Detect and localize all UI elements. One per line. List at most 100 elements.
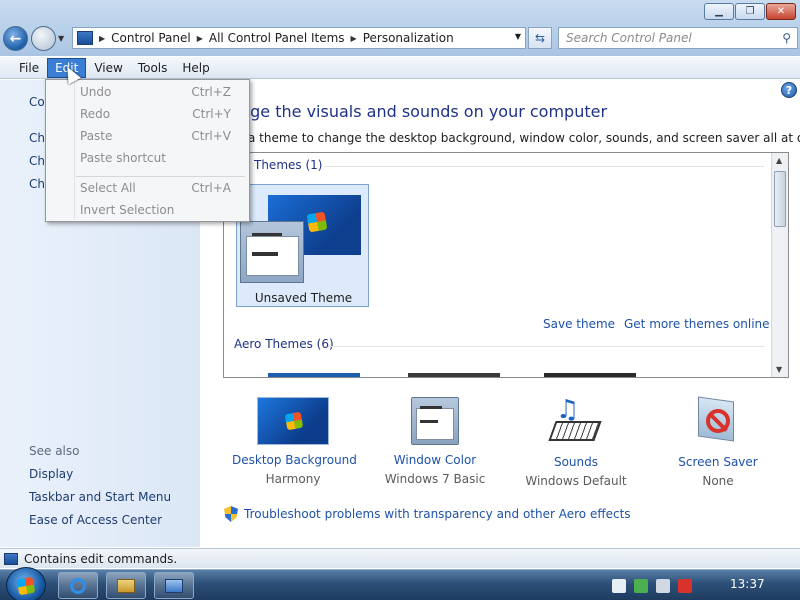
status-text: Contains edit commands. bbox=[24, 551, 178, 566]
screen-saver-setting[interactable]: Screen Saver None bbox=[668, 396, 768, 488]
desktop-background-setting[interactable]: Desktop Background Harmony bbox=[232, 397, 357, 486]
windows-logo-icon bbox=[284, 411, 304, 431]
control-panel-icon bbox=[77, 31, 93, 45]
breadcrumb-arrow-icon[interactable]: ▶ bbox=[351, 34, 357, 43]
see-also-taskbar[interactable]: Taskbar and Start Menu bbox=[29, 490, 171, 504]
menu-item-invert-selection[interactable]: Invert Selection bbox=[80, 203, 240, 217]
desktop-background-value: Harmony bbox=[265, 472, 321, 486]
see-also-ease-of-access[interactable]: Ease of Access Center bbox=[29, 513, 162, 527]
scrollbar-thumb[interactable] bbox=[774, 171, 786, 227]
see-also-heading: See also bbox=[29, 444, 80, 458]
music-notes-icon: ♫ bbox=[556, 395, 580, 425]
volume-muted-icon[interactable] bbox=[678, 578, 692, 593]
menu-tools[interactable]: Tools bbox=[131, 59, 175, 77]
menu-bar: File Edit View Tools Help bbox=[0, 57, 800, 79]
desktop-background-icon bbox=[257, 397, 329, 445]
menu-item-select-all[interactable]: Select All Ctrl+A bbox=[80, 181, 240, 195]
get-more-themes-link[interactable]: Get more themes online bbox=[624, 317, 770, 331]
forward-button[interactable] bbox=[31, 26, 56, 51]
menu-item-paste[interactable]: Paste Ctrl+V bbox=[80, 129, 240, 143]
menu-item-label: Paste shortcut bbox=[80, 151, 166, 165]
control-panel-icon bbox=[4, 552, 18, 565]
window-color-value: Windows 7 Basic bbox=[384, 472, 486, 486]
menu-gutter bbox=[74, 82, 75, 219]
theme-list-scrollbar[interactable]: ▲ ▼ bbox=[771, 153, 788, 377]
nav-link-3[interactable]: Ch bbox=[29, 177, 45, 191]
action-center-icon[interactable] bbox=[634, 578, 648, 593]
screen-saver-icon bbox=[692, 396, 744, 447]
folder-icon bbox=[117, 578, 135, 593]
search-input[interactable]: Search Control Panel ⚲ bbox=[558, 27, 798, 49]
windows-logo-icon bbox=[16, 576, 36, 596]
desktop-background-title[interactable]: Desktop Background bbox=[232, 453, 357, 467]
taskbar-internet-explorer[interactable] bbox=[58, 572, 98, 599]
menu-item-shortcut: Ctrl+Z bbox=[191, 85, 231, 99]
breadcrumb-all-items[interactable]: All Control Panel Items bbox=[209, 31, 345, 45]
menu-item-paste-shortcut[interactable]: Paste shortcut bbox=[80, 151, 240, 165]
sounds-icon: ♫ bbox=[548, 395, 602, 447]
nav-link-control-panel-home[interactable]: Co bbox=[29, 95, 45, 109]
sounds-setting[interactable]: ♫ Sounds Windows Default bbox=[520, 397, 632, 488]
taskbar-control-panel[interactable] bbox=[154, 572, 194, 599]
aero-theme-thumbnail[interactable] bbox=[268, 373, 360, 377]
network-icon[interactable] bbox=[656, 578, 670, 593]
address-dropdown-icon[interactable]: ▼ bbox=[515, 32, 521, 41]
breadcrumb-arrow-icon[interactable]: ▶ bbox=[99, 34, 105, 43]
maximize-button[interactable]: ❐ bbox=[735, 3, 765, 20]
system-tray bbox=[612, 570, 692, 600]
window-color-title[interactable]: Window Color bbox=[380, 453, 490, 467]
window-color-setting[interactable]: Window Color Windows 7 Basic bbox=[380, 397, 490, 486]
sounds-value: Windows Default bbox=[525, 474, 627, 488]
unsaved-theme-label: Unsaved Theme bbox=[254, 291, 353, 305]
taskbar-explorer[interactable] bbox=[106, 572, 146, 599]
breadcrumb-arrow-icon[interactable]: ▶ bbox=[197, 34, 203, 43]
taskbar-clock[interactable]: 13:37 bbox=[730, 577, 765, 591]
menu-item-undo[interactable]: Undo Ctrl+Z bbox=[80, 85, 240, 99]
scroll-down-icon[interactable]: ▼ bbox=[776, 365, 782, 374]
sounds-title[interactable]: Sounds bbox=[520, 455, 632, 469]
show-keyboard-icon[interactable] bbox=[612, 578, 626, 593]
help-icon[interactable]: ? bbox=[781, 82, 797, 98]
menu-item-shortcut: Ctrl+Y bbox=[192, 107, 231, 121]
breadcrumb-control-panel[interactable]: Control Panel bbox=[111, 31, 191, 45]
nav-link-2[interactable]: Ch bbox=[29, 154, 45, 168]
address-bar[interactable]: ▶ Control Panel ▶ All Control Panel Item… bbox=[72, 27, 526, 49]
title-bar: ▁ ❐ ✕ ← ▼ ▶ Control Panel ▶ All Control … bbox=[0, 0, 800, 56]
refresh-button[interactable]: ⇆ bbox=[528, 27, 552, 49]
close-button[interactable]: ✕ bbox=[766, 3, 796, 20]
page-title: nge the visuals and sounds on your compu… bbox=[240, 102, 608, 121]
nav-link-1[interactable]: Ch bbox=[29, 131, 45, 145]
breadcrumb-personalization[interactable]: Personalization bbox=[363, 31, 454, 45]
search-icon[interactable]: ⚲ bbox=[782, 31, 791, 45]
see-also-display[interactable]: Display bbox=[29, 467, 73, 481]
unsaved-theme-tile[interactable]: Unsaved Theme bbox=[236, 184, 369, 307]
start-button[interactable] bbox=[6, 567, 46, 600]
aero-theme-thumbnail[interactable] bbox=[544, 373, 636, 377]
save-theme-link[interactable]: Save theme bbox=[543, 317, 615, 331]
taskbar: 13:37 bbox=[0, 567, 800, 600]
aero-theme-thumbnail[interactable] bbox=[408, 373, 500, 377]
menu-item-label: Select All bbox=[80, 181, 136, 195]
edit-menu-dropdown: Undo Ctrl+Z Redo Ctrl+Y Paste Ctrl+V Pas… bbox=[45, 79, 250, 222]
menu-view[interactable]: View bbox=[87, 59, 129, 77]
screen-saver-title[interactable]: Screen Saver bbox=[668, 455, 768, 469]
preview-bar bbox=[420, 420, 438, 423]
menu-help[interactable]: Help bbox=[175, 59, 216, 77]
theme-list[interactable]: Themes (1) Unsaved Theme Save theme Get … bbox=[223, 152, 789, 378]
search-placeholder: Search Control Panel bbox=[566, 31, 692, 45]
menu-item-redo[interactable]: Redo Ctrl+Y bbox=[80, 107, 240, 121]
group-divider bbox=[324, 166, 764, 167]
troubleshoot-link[interactable]: Troubleshoot problems with transparency … bbox=[244, 507, 631, 521]
menu-item-label: Redo bbox=[80, 107, 111, 121]
group-divider bbox=[328, 346, 764, 347]
menu-file[interactable]: File bbox=[12, 59, 46, 77]
window-color-icon bbox=[411, 397, 459, 445]
preview-bar bbox=[252, 252, 278, 256]
scroll-up-icon[interactable]: ▲ bbox=[776, 156, 782, 165]
internet-explorer-icon bbox=[70, 577, 86, 594]
preview-window bbox=[416, 408, 454, 440]
minimize-button[interactable]: ▁ bbox=[704, 3, 734, 20]
back-button[interactable]: ← bbox=[3, 26, 28, 51]
recent-pages-dropdown-icon[interactable]: ▼ bbox=[58, 34, 64, 43]
screen-saver-value: None bbox=[702, 474, 734, 488]
